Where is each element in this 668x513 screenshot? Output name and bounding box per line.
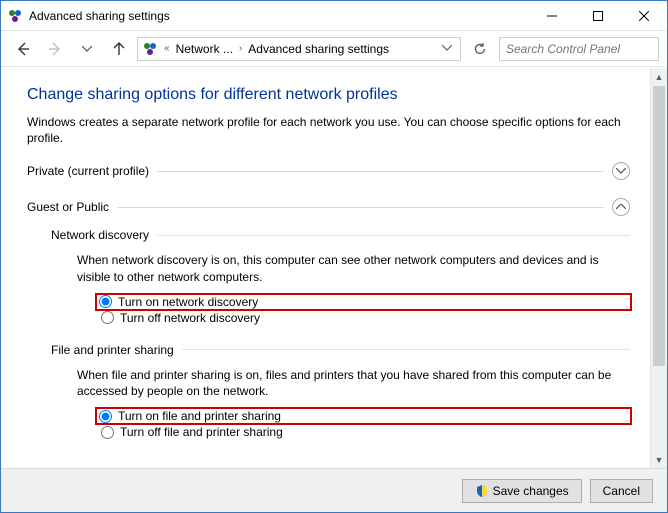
breadcrumb-dropdown[interactable] (438, 43, 456, 54)
minimize-button[interactable] (529, 1, 575, 30)
radio-netdisc-off[interactable]: Turn off network discovery (99, 309, 630, 327)
network-discovery-desc: When network discovery is on, this compu… (77, 252, 630, 284)
save-changes-button[interactable]: Save changes (462, 479, 582, 503)
breadcrumb-root-sep[interactable]: « (162, 43, 172, 54)
page-description: Windows creates a separate network profi… (27, 114, 630, 146)
divider (117, 207, 604, 208)
chevron-up-icon[interactable] (612, 198, 630, 216)
chevron-right-icon[interactable]: › (237, 43, 244, 54)
close-button[interactable] (621, 1, 667, 30)
divider (182, 349, 630, 350)
scrollbar-thumb[interactable] (653, 86, 665, 366)
profile-guest-row[interactable]: Guest or Public (27, 196, 630, 218)
radio-netdisc-on-input[interactable] (99, 295, 112, 308)
maximize-button[interactable] (575, 1, 621, 30)
file-printer-heading: File and printer sharing (51, 343, 174, 357)
shield-icon (475, 484, 489, 498)
divider (157, 171, 604, 172)
scroll-down-icon[interactable]: ▼ (651, 451, 667, 468)
cancel-label: Cancel (603, 484, 640, 498)
breadcrumb-item-1[interactable]: Advanced sharing settings (248, 42, 389, 56)
refresh-button[interactable] (465, 37, 495, 61)
back-button[interactable] (9, 35, 37, 63)
radio-netdisc-off-label: Turn off network discovery (120, 311, 260, 325)
up-button[interactable] (105, 35, 133, 63)
file-printer-desc: When file and printer sharing is on, fil… (77, 367, 630, 399)
search-input[interactable] (499, 37, 659, 61)
footer: Save changes Cancel (1, 468, 667, 512)
page-title: Change sharing options for different net… (27, 86, 630, 104)
forward-button[interactable] (41, 35, 69, 63)
cancel-button[interactable]: Cancel (590, 479, 653, 503)
recent-locations-button[interactable] (73, 35, 101, 63)
radio-fps-on-label: Turn on file and printer sharing (118, 409, 281, 423)
section-network-discovery: Network discovery When network discovery… (51, 228, 630, 326)
profile-private-row[interactable]: Private (current profile) (27, 160, 630, 182)
profile-guest-label: Guest or Public (27, 200, 109, 214)
chevron-down-icon[interactable] (612, 162, 630, 180)
network-discovery-heading: Network discovery (51, 228, 149, 242)
breadcrumb[interactable]: « Network ... › Advanced sharing setting… (137, 37, 461, 61)
content-area: Change sharing options for different net… (1, 68, 650, 468)
titlebar: Advanced sharing settings (1, 1, 667, 31)
navbar: « Network ... › Advanced sharing setting… (1, 31, 667, 67)
save-label: Save changes (493, 484, 569, 498)
vertical-scrollbar[interactable]: ▲ ▼ (650, 68, 667, 468)
section-file-printer: File and printer sharing When file and p… (51, 343, 630, 441)
app-icon (7, 8, 23, 24)
radio-fps-on-input[interactable] (99, 410, 112, 423)
window-title: Advanced sharing settings (29, 9, 529, 23)
scroll-up-icon[interactable]: ▲ (651, 68, 667, 85)
radio-netdisc-on-label: Turn on network discovery (118, 295, 258, 309)
radio-netdisc-off-input[interactable] (101, 311, 114, 324)
breadcrumb-item-0[interactable]: Network ... (176, 42, 233, 56)
breadcrumb-icon (142, 41, 158, 57)
profile-private-label: Private (current profile) (27, 164, 149, 178)
radio-fps-off[interactable]: Turn off file and printer sharing (99, 423, 630, 441)
radio-fps-off-label: Turn off file and printer sharing (120, 425, 283, 439)
radio-fps-off-input[interactable] (101, 426, 114, 439)
divider (157, 235, 630, 236)
